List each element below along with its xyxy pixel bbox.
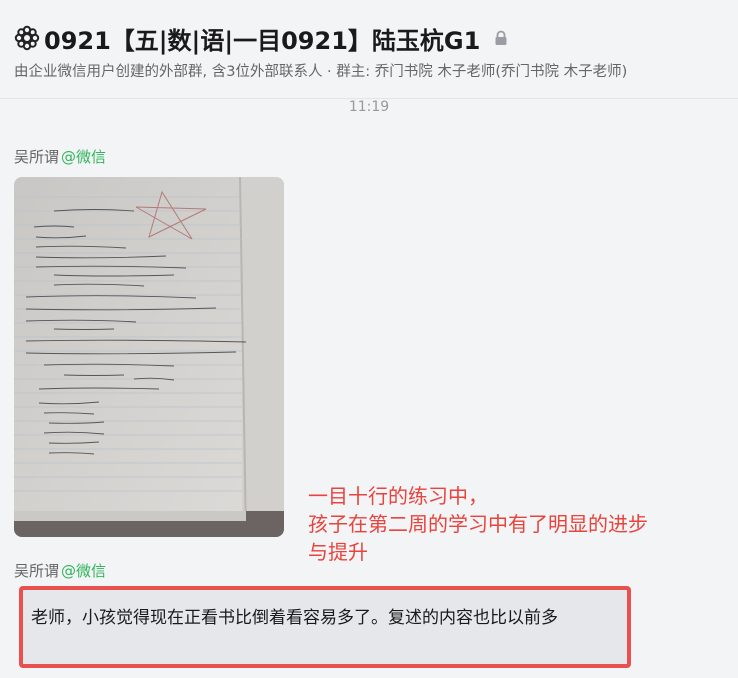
group-subtitle: 由企业微信用户创建的外部群, 含3位外部联系人 · 群主: 乔门书院 木子老师(… <box>14 64 628 80</box>
flower-gear-icon <box>14 25 40 51</box>
message-timestamp: 11:19 <box>348 99 390 115</box>
sender-source: @微信 <box>61 148 107 166</box>
notebook-photo[interactable] <box>14 177 284 537</box>
sender-name[interactable]: 吴所谓 <box>14 148 59 166</box>
message-text: 老师，小孩觉得现在正看书比倒着看容易多了。复述的内容也比以前多 <box>31 608 558 628</box>
chat-header: 0921【五|数|语|一目0921】陆玉杭G1 由企业微信用户创建的外部群, 含… <box>0 0 738 99</box>
lock-icon[interactable] <box>494 30 508 46</box>
annotation-line: 与提升 <box>308 540 368 564</box>
annotation-line: 孩子在第二周的学习中有了明显的进步 <box>308 512 648 536</box>
sender-name[interactable]: 吴所谓 <box>14 562 59 580</box>
title-row: 0921【五|数|语|一目0921】陆玉杭G1 <box>14 20 508 56</box>
teacher-annotation: 一目十行的练习中， 孩子在第二周的学习中有了明显的进步 与提升 <box>308 482 728 566</box>
message-sender: 吴所谓 @微信 <box>14 560 106 581</box>
highlighted-message[interactable]: 老师，小孩觉得现在正看书比倒着看容易多了。复述的内容也比以前多 <box>19 586 631 668</box>
group-title: 0921【五|数|语|一目0921】陆玉杭G1 <box>44 26 481 55</box>
message-sender: 吴所谓 @微信 <box>14 146 106 167</box>
sender-source: @微信 <box>61 562 107 580</box>
annotation-line: 一目十行的练习中， <box>308 484 488 508</box>
